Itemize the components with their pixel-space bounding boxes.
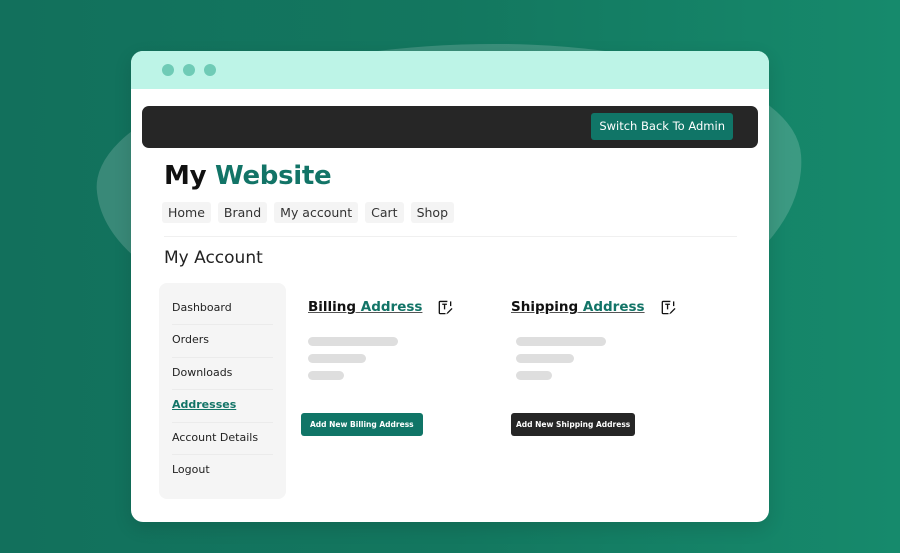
site-title-part1: My — [164, 161, 207, 191]
billing-address-placeholder — [308, 337, 453, 380]
nav-item-my-account[interactable]: My account — [274, 202, 359, 223]
skeleton-line — [516, 337, 606, 346]
billing-title-part1: Billing — [308, 299, 357, 315]
window-dot-icon — [162, 64, 174, 76]
nav-item-home[interactable]: Home — [162, 202, 211, 223]
site-title[interactable]: My Website — [164, 161, 332, 191]
billing-title-part2: Address — [360, 299, 423, 315]
billing-address-section: Billing Address — [308, 299, 453, 388]
shipping-address-section: Shipping Address — [511, 299, 676, 388]
skeleton-line — [308, 371, 344, 380]
nav-item-shop[interactable]: Shop — [410, 202, 455, 223]
edit-icon[interactable] — [661, 300, 676, 315]
shipping-title-part2: Address — [582, 299, 645, 315]
sidebar-item-downloads[interactable]: Downloads — [172, 358, 273, 391]
divider — [164, 236, 737, 237]
admin-bar: Switch Back To Admin — [142, 106, 758, 148]
shipping-title-part1: Shipping — [511, 299, 579, 315]
page-title: My Account — [164, 248, 263, 268]
shipping-address-title[interactable]: Shipping Address — [511, 299, 645, 315]
window-dot-icon — [183, 64, 195, 76]
skeleton-line — [308, 354, 366, 363]
sidebar-item-account-details[interactable]: Account Details — [172, 423, 273, 455]
site-title-part2: Website — [215, 161, 332, 191]
sidebar-item-orders[interactable]: Orders — [172, 325, 273, 358]
add-new-shipping-address-button[interactable]: Add New Shipping Address — [511, 413, 636, 436]
sidebar-item-addresses[interactable]: Addresses — [172, 390, 273, 423]
edit-icon[interactable] — [438, 300, 453, 315]
skeleton-line — [516, 371, 552, 380]
window-titlebar — [131, 51, 769, 89]
window-dot-icon — [204, 64, 216, 76]
billing-address-title[interactable]: Billing Address — [308, 299, 422, 315]
add-new-billing-address-button[interactable]: Add New Billing Address — [301, 413, 423, 436]
sidebar-item-logout[interactable]: Logout — [172, 455, 273, 487]
nav-item-cart[interactable]: Cart — [365, 202, 404, 223]
sidebar-item-dashboard[interactable]: Dashboard — [172, 293, 273, 326]
account-sidebar: Dashboard Orders Downloads Addresses Acc… — [159, 283, 286, 499]
switch-back-to-admin-button[interactable]: Switch Back To Admin — [591, 113, 733, 140]
browser-window: Switch Back To Admin My Website Home Bra… — [131, 51, 769, 522]
skeleton-line — [308, 337, 398, 346]
nav-item-brand[interactable]: Brand — [217, 202, 268, 223]
main-nav: Home Brand My account Cart Shop — [162, 202, 455, 223]
shipping-address-placeholder — [516, 337, 676, 380]
skeleton-line — [516, 354, 574, 363]
